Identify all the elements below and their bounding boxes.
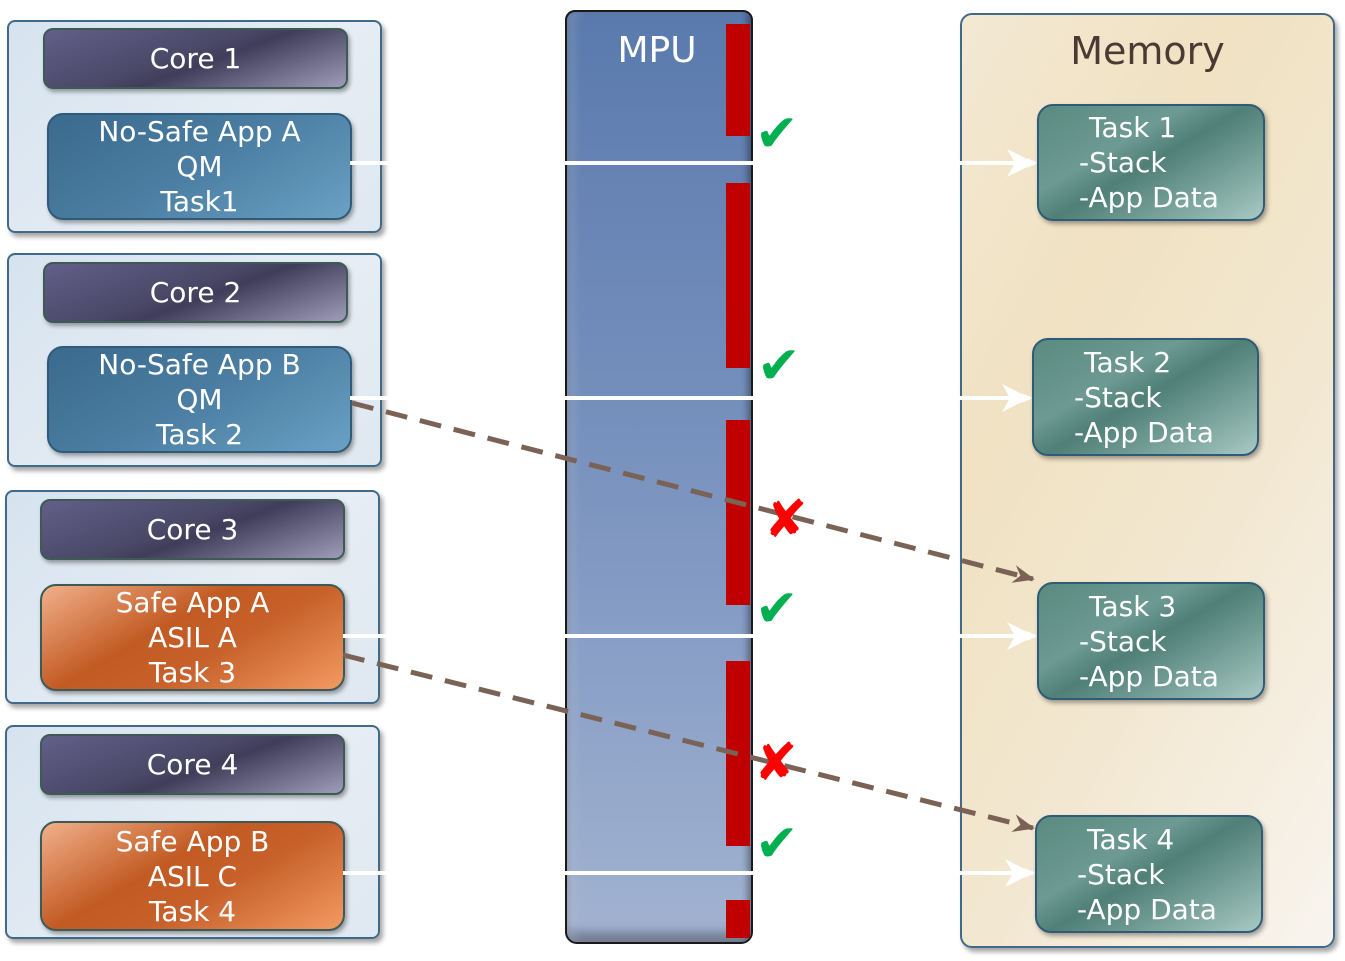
check-icon: ✔: [755, 579, 799, 639]
check-icon: ✔: [755, 814, 799, 874]
blocked-access-arrow: [342, 652, 1035, 832]
access-arrows: [334, 149, 1044, 887]
cross-icon: ✘: [754, 733, 798, 793]
check-icon: ✔: [757, 336, 801, 396]
blocked-access-arrow: [351, 400, 1035, 583]
cross-icon: ✘: [764, 490, 808, 550]
check-icon: ✔: [755, 104, 799, 164]
